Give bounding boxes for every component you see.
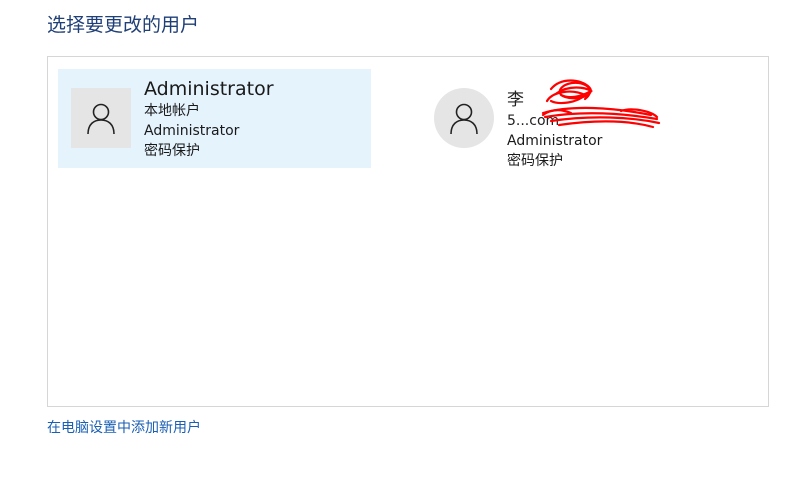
avatar [71, 88, 131, 148]
add-new-user-link[interactable]: 在电脑设置中添加新用户 [47, 418, 201, 438]
user-name: 李 [507, 90, 524, 110]
user-group: Administrator [507, 133, 603, 149]
password-status: 密码保护 [144, 143, 200, 159]
page-title: 选择要更改的用户 [47, 14, 200, 36]
user-group: Administrator [144, 123, 240, 139]
account-type: 本地帐户 [144, 103, 200, 119]
user-tile-redacted[interactable]: 李 5...com Administrator 密码保护 [421, 69, 734, 171]
user-list-panel: Administrator 本地帐户 Administrator 密码保护 李 … [47, 56, 769, 407]
user-info: 李 5...com Administrator 密码保护 [507, 89, 602, 171]
user-icon [450, 103, 478, 135]
user-name: Administrator [144, 78, 274, 100]
user-tile-administrator[interactable]: Administrator 本地帐户 Administrator 密码保护 [58, 69, 371, 168]
account-email: 5...com [507, 113, 560, 129]
password-status: 密码保护 [507, 153, 563, 169]
avatar [434, 88, 494, 148]
user-info: Administrator 本地帐户 Administrator 密码保护 [144, 77, 274, 161]
user-icon [87, 103, 115, 135]
